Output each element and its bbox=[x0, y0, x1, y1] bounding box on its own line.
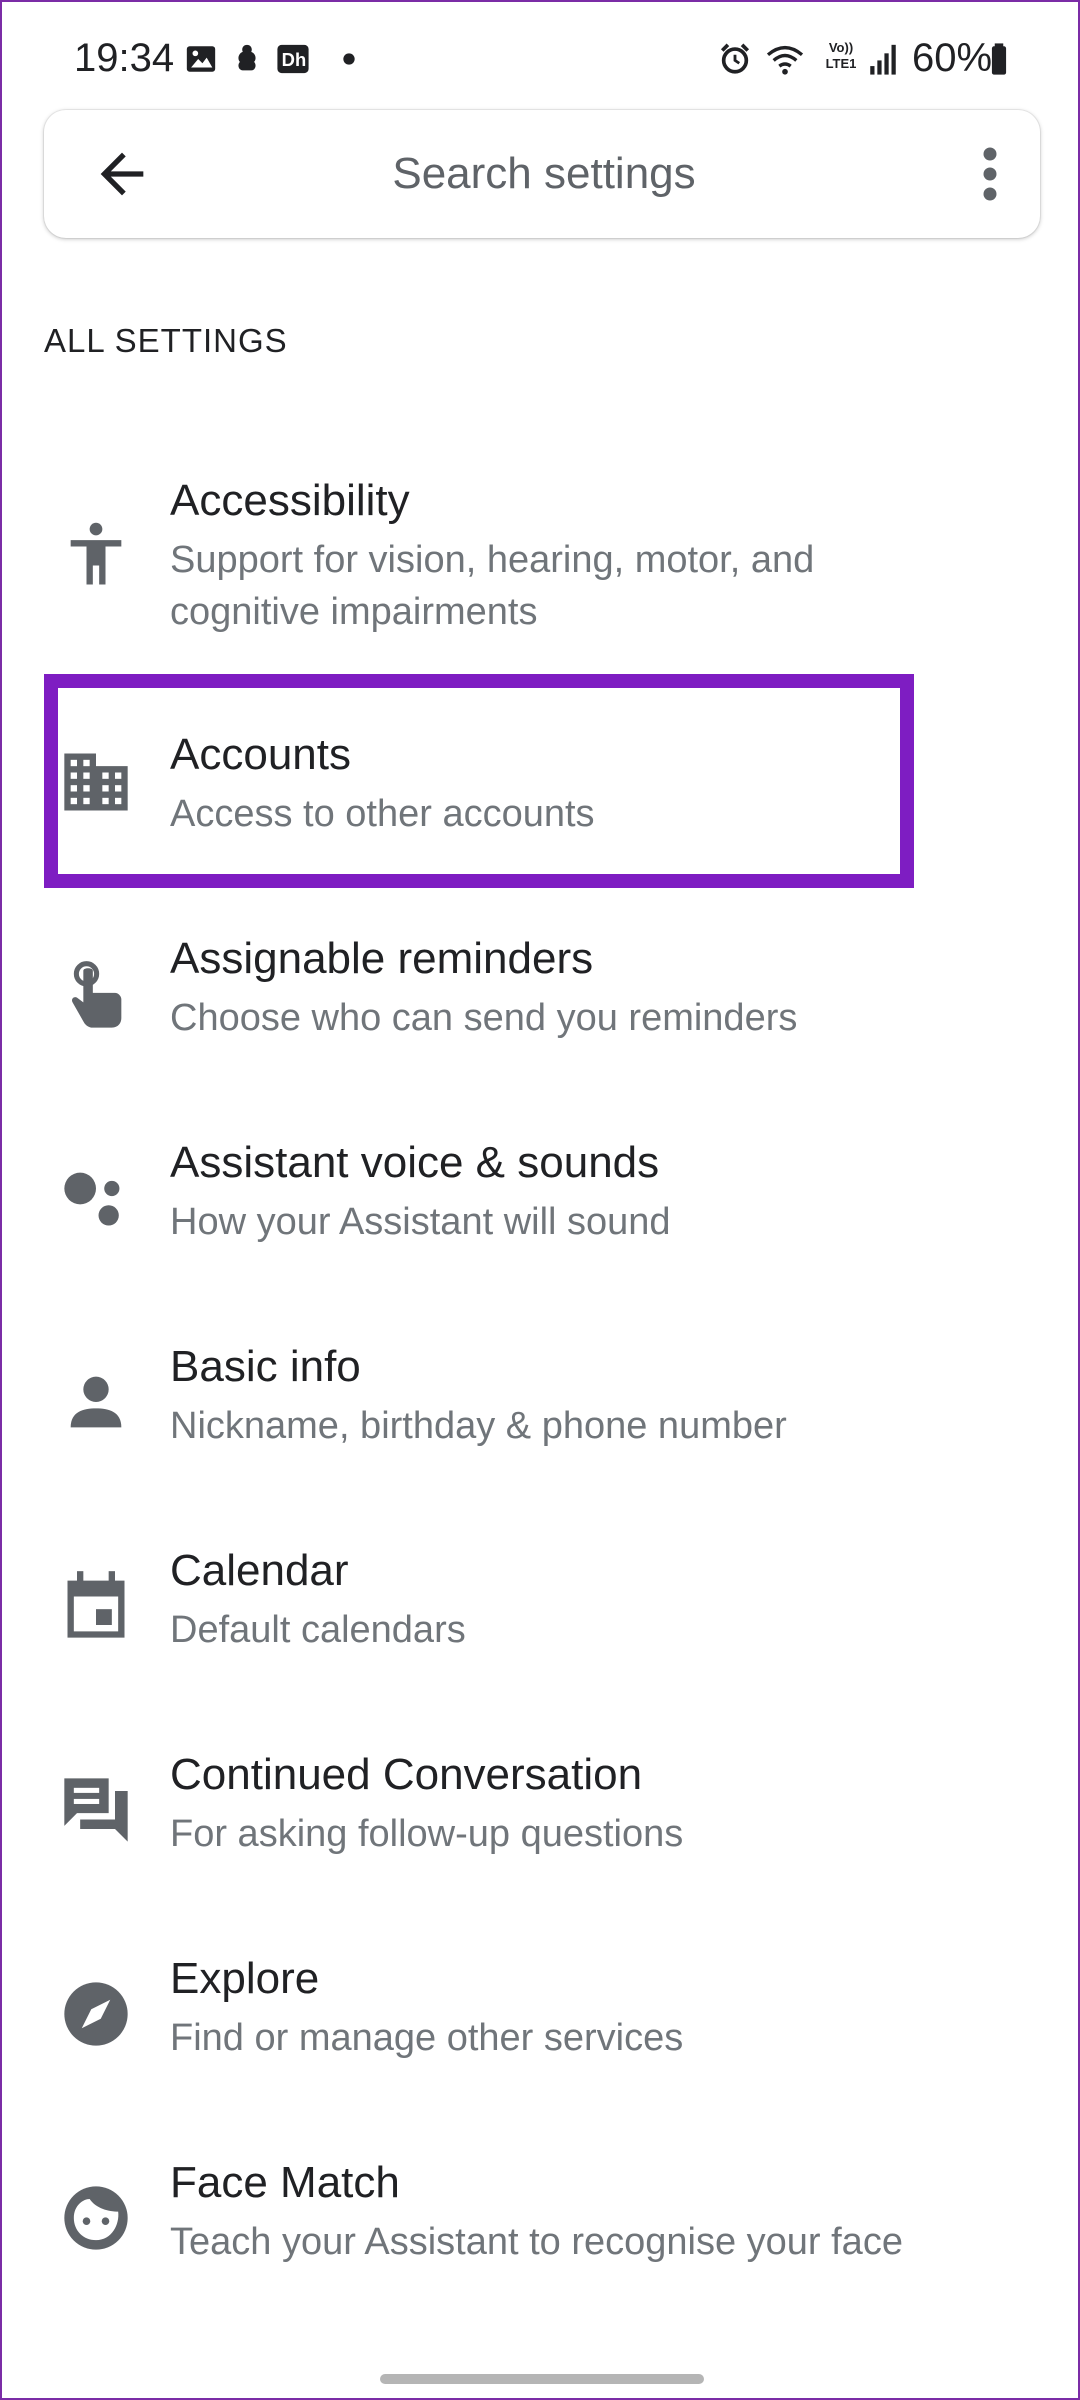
status-bar: 19:34 Dh Vo)) LTE1 60% bbox=[2, 2, 1078, 112]
volte-icon: Vo)) LTE1 bbox=[825, 40, 857, 71]
more-options-icon[interactable] bbox=[968, 144, 1012, 204]
alarm-icon bbox=[720, 43, 750, 74]
setting-title: Basic info bbox=[170, 1342, 361, 1391]
compass-icon bbox=[64, 1982, 128, 2046]
game-icon bbox=[238, 44, 256, 71]
setting-calendar[interactable]: Calendar Default calendars bbox=[2, 1534, 1078, 1714]
face-icon bbox=[64, 2186, 128, 2250]
setting-assistant-voice[interactable]: Assistant voice & sounds How your Assist… bbox=[2, 1126, 1078, 1306]
dot-icon bbox=[343, 53, 355, 65]
battery-icon bbox=[991, 43, 1007, 75]
setting-subtitle: Find or manage other services bbox=[170, 2017, 684, 2059]
setting-title: Face Match bbox=[170, 2158, 400, 2207]
touch-icon bbox=[71, 961, 122, 1028]
setting-title: Accessibility bbox=[170, 476, 410, 525]
chat-icon bbox=[64, 1778, 128, 1842]
search-input[interactable] bbox=[194, 144, 894, 204]
search-bar bbox=[44, 110, 1040, 238]
assistant-icon bbox=[64, 1172, 120, 1226]
person-icon bbox=[70, 1376, 122, 1428]
highlight-box bbox=[44, 674, 914, 888]
signal-icon bbox=[870, 44, 896, 75]
wifi-icon bbox=[766, 45, 804, 75]
setting-subtitle: Support for vision, hearing, motor, and … bbox=[170, 539, 815, 633]
setting-subtitle: Teach your Assistant to recognise your f… bbox=[170, 2221, 903, 2263]
setting-title: Calendar bbox=[170, 1546, 349, 1595]
accessibility-icon bbox=[70, 522, 122, 585]
setting-face-match[interactable]: Face Match Teach your Assistant to recog… bbox=[2, 2146, 1078, 2326]
setting-continued-conversation[interactable]: Continued Conversation For asking follow… bbox=[2, 1738, 1078, 1918]
setting-subtitle: How your Assistant will sound bbox=[170, 1201, 671, 1243]
setting-accessibility[interactable]: Accessibility Support for vision, hearin… bbox=[2, 462, 1078, 652]
setting-title: Assignable reminders bbox=[170, 934, 594, 983]
battery-percent: 60% bbox=[912, 36, 993, 80]
image-icon bbox=[186, 46, 216, 72]
app-icon: Dh bbox=[277, 44, 309, 74]
setting-explore[interactable]: Explore Find or manage other services bbox=[2, 1942, 1078, 2122]
setting-title: Explore bbox=[170, 1954, 320, 2003]
status-time: 19:34 bbox=[74, 36, 175, 80]
home-indicator[interactable] bbox=[380, 2374, 704, 2384]
setting-basic-info[interactable]: Basic info Nickname, birthday & phone nu… bbox=[2, 1330, 1078, 1510]
svg-text:Dh: Dh bbox=[282, 49, 307, 70]
setting-subtitle: For asking follow-up questions bbox=[170, 1813, 684, 1855]
setting-subtitle: Default calendars bbox=[170, 1609, 466, 1651]
setting-assignable-reminders[interactable]: Assignable reminders Choose who can send… bbox=[2, 922, 1078, 1102]
back-arrow-icon[interactable] bbox=[90, 142, 154, 206]
calendar-icon bbox=[67, 1571, 125, 1638]
section-header: ALL SETTINGS bbox=[44, 322, 288, 359]
setting-title: Assistant voice & sounds bbox=[170, 1138, 660, 1187]
setting-subtitle: Choose who can send you reminders bbox=[170, 997, 798, 1039]
setting-subtitle: Nickname, birthday & phone number bbox=[170, 1405, 787, 1447]
setting-title: Continued Conversation bbox=[170, 1750, 643, 1799]
